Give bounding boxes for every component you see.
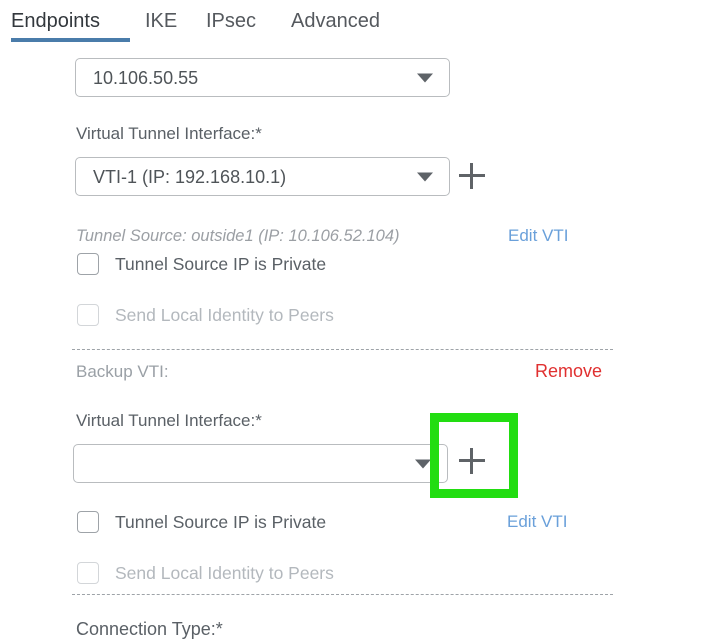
backup-send-local-identity-checkbox: [77, 562, 99, 584]
primary-vti-value: VTI-1 (IP: 192.168.10.1): [93, 166, 286, 188]
chevron-down-icon: [417, 172, 433, 181]
backup-edit-vti-link[interactable]: Edit VTI: [507, 511, 567, 533]
divider-backup-vti-top: [72, 349, 613, 350]
connection-type-label: Connection Type:*: [76, 618, 223, 640]
backup-send-local-identity-label: Send Local Identity to Peers: [115, 560, 334, 586]
add-vti-plus-icon[interactable]: [459, 163, 485, 189]
divider-connection-type-top: [72, 594, 613, 595]
primary-send-local-identity-label: Send Local Identity to Peers: [115, 302, 334, 328]
primary-tunnel-source-private-checkbox[interactable]: [77, 253, 99, 275]
backup-add-vti-plus-icon[interactable]: [459, 448, 485, 474]
tab-ike[interactable]: IKE: [145, 8, 177, 34]
backup-tunnel-source-private-label: Tunnel Source IP is Private: [115, 509, 326, 535]
peer-device-select[interactable]: 10.106.50.55: [75, 58, 450, 97]
primary-vti-label: Virtual Tunnel Interface:*: [76, 123, 262, 145]
backup-vti-title: Backup VTI:: [76, 361, 169, 383]
primary-edit-vti-link[interactable]: Edit VTI: [508, 225, 568, 247]
backup-vti-remove-link[interactable]: Remove: [535, 360, 602, 383]
primary-tunnel-source-private-label: Tunnel Source IP is Private: [115, 251, 326, 277]
primary-tunnel-source-text: Tunnel Source: outside1 (IP: 10.106.52.1…: [76, 226, 400, 247]
backup-tunnel-source-private-checkbox[interactable]: [77, 511, 99, 533]
chevron-down-icon: [417, 73, 433, 82]
tab-endpoints[interactable]: Endpoints: [11, 8, 100, 34]
backup-vti-select[interactable]: [73, 444, 448, 483]
endpoints-form: 10.106.50.55 Virtual Tunnel Interface:* …: [0, 42, 722, 644]
backup-vti-label: Virtual Tunnel Interface:*: [76, 410, 262, 432]
primary-send-local-identity-checkbox: [77, 304, 99, 326]
primary-vti-select[interactable]: VTI-1 (IP: 192.168.10.1): [75, 157, 450, 196]
peer-device-value: 10.106.50.55: [93, 67, 198, 89]
tab-bar: Endpoints IKE IPsec Advanced: [0, 0, 722, 42]
chevron-down-icon: [415, 459, 431, 468]
tab-ipsec[interactable]: IPsec: [206, 8, 256, 34]
tab-advanced[interactable]: Advanced: [291, 8, 380, 34]
